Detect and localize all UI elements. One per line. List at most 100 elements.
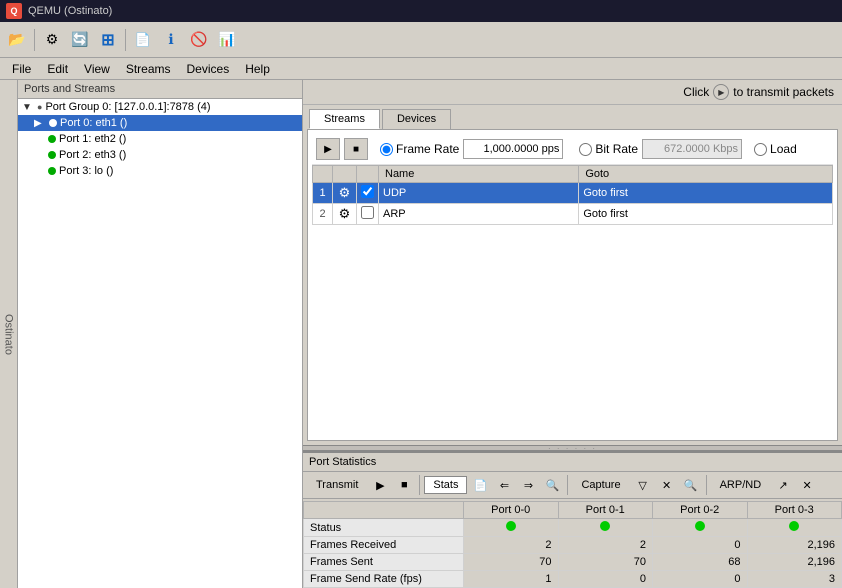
toolbar-chart[interactable]: 📊 (214, 27, 240, 53)
toolbar-doc[interactable]: 📄 (130, 27, 156, 53)
toolbar-open[interactable]: 📂 (4, 27, 30, 53)
menu-edit[interactable]: Edit (39, 60, 76, 78)
stats-col-3: Port 0-3 (747, 502, 842, 519)
arpnd-clear-btn[interactable]: ✕ (796, 475, 818, 495)
stats-search-btn[interactable]: 🔍 (541, 475, 563, 495)
bit-rate-radio[interactable] (579, 143, 592, 156)
stream-1-num: 1 (313, 183, 333, 204)
tab-devices[interactable]: Devices (382, 109, 451, 129)
toolbar: 📂 ⚙ 🔄 ⊞ 📄 ℹ 🚫 📊 (0, 22, 842, 58)
stream-row-2[interactable]: 2 ⚙ ARP Goto first (313, 204, 833, 225)
frame-rate-radio[interactable] (380, 143, 393, 156)
stream-2-goto: Goto first (579, 204, 833, 225)
stats-row-frames-received: Frames Received 2 2 0 2,196 (304, 537, 842, 554)
col-num (313, 166, 333, 183)
stats-frame-rate-3: 3 (747, 571, 842, 588)
toolbar-window[interactable]: ⊞ (95, 27, 121, 53)
frame-rate-label[interactable]: Frame Rate (380, 142, 459, 156)
stats-frames-sent-3: 2,196 (747, 554, 842, 571)
stream-1-check[interactable] (357, 183, 379, 204)
tree-expand-icon: ▼ (22, 102, 34, 113)
toolbar-info[interactable]: ℹ (158, 27, 184, 53)
stats-capture-label[interactable]: Capture (572, 476, 629, 494)
port-group-item[interactable]: ▼ ● Port Group 0: [127.0.0.1]:7878 (4) (18, 99, 302, 115)
title-bar-text: QEMU (Ostinato) (28, 5, 112, 17)
stats-export-btn[interactable]: ⇒ (517, 475, 539, 495)
frame-rate-input[interactable] (463, 139, 563, 159)
menu-devices[interactable]: Devices (179, 60, 238, 78)
capture-filter-btn[interactable]: ▽ (632, 475, 654, 495)
bottom-area: Port Statistics Transmit ▶ ■ Stats 📄 ⇐ ⇒… (303, 451, 842, 588)
load-label[interactable]: Load (754, 142, 797, 156)
stats-frames-recv-label: Frames Received (304, 537, 464, 554)
load-radio[interactable] (754, 143, 767, 156)
menu-help[interactable]: Help (237, 60, 278, 78)
info-bar: Click ▶ to transmit packets (303, 80, 842, 105)
stream-1-checkbox[interactable] (361, 185, 374, 198)
click-label: Click (683, 85, 709, 99)
stats-stop-btn[interactable]: ■ (393, 475, 415, 495)
stats-frames-recv-0: 2 (464, 537, 559, 554)
toolbar-refresh[interactable]: 🔄 (67, 27, 93, 53)
port1-status-dot (48, 135, 56, 143)
toolbar-sep-1 (34, 29, 35, 51)
port-0-label: Port 0: eth1 () (60, 117, 127, 129)
stats-frames-sent-2: 68 (653, 554, 748, 571)
col-check (357, 166, 379, 183)
stats-col-0: Port 0-0 (464, 502, 559, 519)
stats-col-2: Port 0-2 (653, 502, 748, 519)
port-group-circle: ● (37, 102, 42, 112)
stats-frame-rate-0: 1 (464, 571, 559, 588)
stream-row-1[interactable]: 1 ⚙ UDP Goto first (313, 183, 833, 204)
menu-streams[interactable]: Streams (118, 60, 179, 78)
stats-frame-rate-2: 0 (653, 571, 748, 588)
tab-streams[interactable]: Streams (309, 109, 380, 129)
stats-arpnd-label[interactable]: ARP/ND (711, 476, 771, 494)
stats-doc-btn[interactable]: 📄 (469, 475, 491, 495)
bit-rate-input[interactable] (642, 139, 742, 159)
stats-import-btn[interactable]: ⇐ (493, 475, 515, 495)
port-group-label: Port Group 0: [127.0.0.1]:7878 (4) (45, 101, 210, 113)
port-1-item[interactable]: Port 1: eth2 () (18, 131, 302, 147)
stats-table: Port 0-0 Port 0-1 Port 0-2 Port 0-3 Stat… (303, 501, 842, 588)
stats-play-btn[interactable]: ▶ (369, 475, 391, 495)
port0-status-dot (49, 119, 57, 127)
app-icon: Q (6, 3, 22, 19)
status-dot-3 (789, 521, 799, 531)
menu-file[interactable]: File (4, 60, 39, 78)
stream-1-goto: Goto first (579, 183, 833, 204)
stream-2-name: ARP (379, 204, 579, 225)
port-0-item[interactable]: ▶ Port 0: eth1 () (18, 115, 302, 131)
stats-sep-1 (419, 475, 420, 495)
stats-status-1 (558, 519, 653, 537)
stream-2-check[interactable] (357, 204, 379, 225)
status-dot-1 (600, 521, 610, 531)
port-1-label: Port 1: eth2 () (59, 133, 126, 145)
toolbar-settings[interactable]: ⚙ (39, 27, 65, 53)
transmit-play-icon[interactable]: ▶ (713, 84, 729, 100)
toolbar-stop[interactable]: 🚫 (186, 27, 212, 53)
status-dot-0 (506, 521, 516, 531)
capture-clear-btn[interactable]: ✕ (656, 475, 678, 495)
bit-rate-label[interactable]: Bit Rate (579, 142, 638, 156)
stream-1-icon: ⚙ (333, 183, 357, 204)
tab-content-streams: ▶ ■ Frame Rate Bit Rate (307, 129, 838, 441)
stats-frames-sent-0: 70 (464, 554, 559, 571)
to-transmit-label: to transmit packets (733, 85, 834, 99)
stats-stats-label[interactable]: Stats (424, 476, 467, 494)
port3-status-dot (48, 167, 56, 175)
capture-view-btn[interactable]: 🔍 (680, 475, 702, 495)
stats-status-3 (747, 519, 842, 537)
stream-play-btn[interactable]: ▶ (316, 138, 340, 160)
port-tree: ▼ ● Port Group 0: [127.0.0.1]:7878 (4) ▶… (18, 99, 302, 588)
menu-view[interactable]: View (76, 60, 118, 78)
port2-status-dot (48, 151, 56, 159)
arpnd-send-btn[interactable]: ↗ (772, 475, 794, 495)
stream-2-checkbox[interactable] (361, 206, 374, 219)
port-2-item[interactable]: Port 2: eth3 () (18, 147, 302, 163)
stream-stop-btn[interactable]: ■ (344, 138, 368, 160)
stats-transmit-label: Transmit (307, 476, 367, 494)
stats-col-1: Port 0-1 (558, 502, 653, 519)
port-3-item[interactable]: Port 3: lo () (18, 163, 302, 179)
title-bar: Q QEMU (Ostinato) (0, 0, 842, 22)
